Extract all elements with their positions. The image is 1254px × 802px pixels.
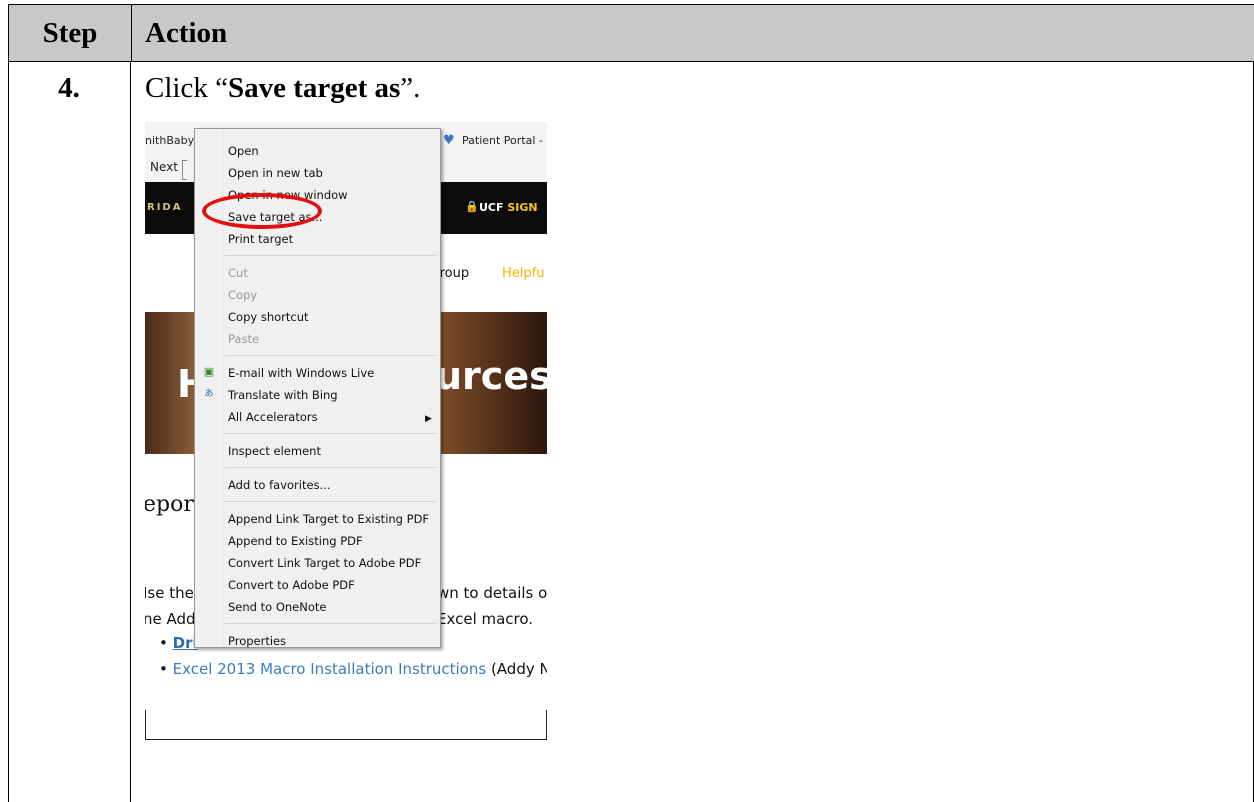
box-border: [546, 710, 547, 740]
submenu-arrow-icon: ▶: [425, 414, 432, 424]
menu-item-paste: Paste: [228, 332, 260, 346]
menu-separator: [225, 255, 437, 256]
menu-item-all-accelerators[interactable]: All Accelerators: [228, 410, 318, 424]
menu-item-cut: Cut: [228, 266, 248, 280]
menu-item-add-to-favorites[interactable]: Add to favorites...: [228, 478, 331, 492]
windows-live-icon: ▣: [203, 365, 215, 378]
menu-item-open-new-tab[interactable]: Open in new tab: [228, 166, 323, 180]
list-item: • Excel 2013 Macro Installation Instruct…: [159, 660, 547, 678]
menu-separator: [225, 433, 437, 434]
instruction-bold: Save target as: [227, 72, 401, 104]
menu-item-print-target[interactable]: Print target: [228, 232, 293, 246]
lock-icon: 🔒: [465, 200, 479, 213]
body-text-line1-start: Ise the: [145, 584, 194, 602]
body-text-line2-end: Excel macro.: [437, 610, 534, 628]
list-item: • Dri: [159, 634, 198, 652]
menu-separator: [225, 501, 437, 502]
macro-instructions-link[interactable]: Excel 2013 Macro Installation Instructio…: [173, 660, 487, 678]
sign-text: SIGN: [507, 201, 538, 214]
menu-item-append-pdf[interactable]: Append to Existing PDF: [228, 534, 363, 548]
menu-item-convert-pdf[interactable]: Convert to Adobe PDF: [228, 578, 355, 592]
banner-title-end: urces: [435, 354, 547, 398]
action-column-header: Action: [145, 16, 228, 49]
menu-separator: [225, 355, 437, 356]
instruction-prefix: Click “: [145, 72, 228, 104]
menu-item-copy-shortcut[interactable]: Copy shortcut: [228, 310, 309, 324]
menu-separator: [225, 467, 437, 468]
menu-item-translate-bing[interactable]: Translate with Bing: [228, 388, 338, 402]
table-column-divider: [130, 61, 131, 802]
favorite-link-left[interactable]: nithBaby: [145, 134, 194, 147]
body-text-line1-end: wn to details o: [437, 584, 547, 602]
menu-item-open[interactable]: Open: [228, 144, 259, 158]
bullet2-rest: (Addy Nc: [490, 660, 547, 678]
favorite-link-patient-portal[interactable]: Patient Portal - a: [462, 134, 547, 147]
find-next-button[interactable]: Next: [150, 160, 178, 174]
step-instruction: Click “Save target as”.: [145, 72, 420, 105]
ucf-text: UCF: [479, 201, 508, 214]
menu-item-send-onenote[interactable]: Send to OneNote: [228, 600, 326, 614]
box-border: [145, 739, 547, 740]
site-logo-text: RIDA: [147, 202, 183, 213]
instruction-suffix: ”.: [400, 72, 421, 104]
menu-item-convert-link-pdf[interactable]: Convert Link Target to Adobe PDF: [228, 556, 421, 570]
nav-item-helpful[interactable]: Helpfu: [502, 266, 544, 281]
menu-item-email-windows-live[interactable]: E-mail with Windows Live: [228, 366, 374, 380]
box-border: [145, 710, 146, 740]
heart-icon: ♥: [443, 133, 455, 148]
menu-item-inspect-element[interactable]: Inspect element: [228, 444, 321, 458]
ucf-sign-on-link[interactable]: UCF SIGN: [479, 201, 538, 214]
table-border-left: [8, 61, 9, 802]
menu-item-copy: Copy: [228, 288, 258, 302]
header-divider: [131, 5, 132, 61]
translate-icon: あ: [204, 389, 214, 399]
menu-separator: [225, 623, 437, 624]
find-input-edge[interactable]: [182, 160, 187, 180]
step-number: 4.: [58, 72, 80, 104]
menu-item-append-link-pdf[interactable]: Append Link Target to Existing PDF: [228, 512, 429, 526]
menu-item-properties[interactable]: Properties: [228, 634, 286, 648]
body-text-line2-start: ne Add: [145, 610, 196, 628]
table-header-row: Step Action: [8, 4, 1254, 62]
section-heading: epor: [145, 492, 194, 517]
highlight-ellipse: [202, 193, 322, 229]
step-column-header: Step: [42, 16, 98, 49]
